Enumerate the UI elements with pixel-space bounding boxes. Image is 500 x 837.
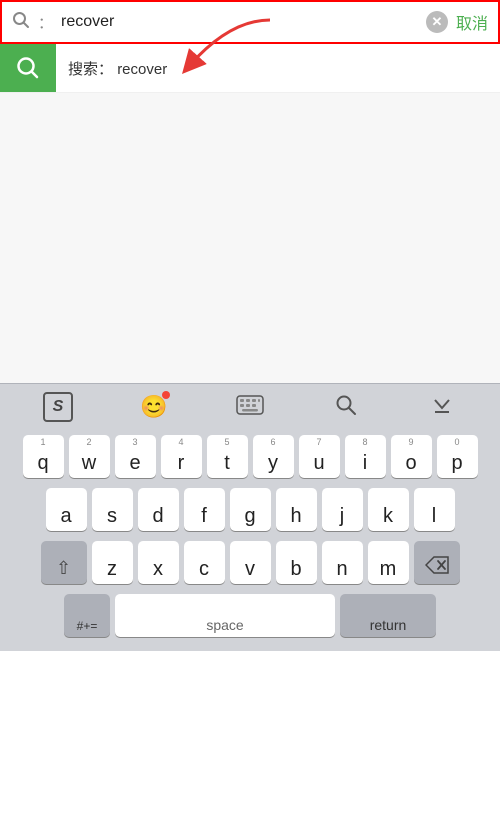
key-b[interactable]: b — [276, 541, 317, 584]
shift-key[interactable]: ⇧ — [41, 541, 87, 584]
hide-keyboard-icon — [431, 394, 453, 419]
toolbar-sogou-btn[interactable]: S — [36, 389, 80, 425]
toolbar-emoji-btn[interactable]: 😊 — [132, 389, 176, 425]
suggestion-query: recover — [117, 61, 167, 78]
key-q[interactable]: 1q — [23, 435, 64, 478]
key-p[interactable]: 0p — [437, 435, 478, 478]
key-a[interactable]: a — [46, 488, 87, 531]
toolbar-keyboard-btn[interactable] — [228, 389, 272, 425]
keyboard-icon — [236, 395, 264, 418]
suggestion-icon-box — [0, 44, 56, 92]
delete-icon — [425, 556, 449, 584]
key-t[interactable]: 5t — [207, 435, 248, 478]
delete-key[interactable] — [414, 541, 460, 584]
key-special-left[interactable]: #+= — [64, 594, 110, 637]
space-key[interactable]: space — [115, 594, 335, 637]
shift-icon: ⇧ — [56, 558, 71, 584]
search-toolbar-icon — [335, 394, 357, 419]
key-w[interactable]: 2w — [69, 435, 110, 478]
toolbar-search-btn[interactable] — [324, 389, 368, 425]
key-v[interactable]: v — [230, 541, 271, 584]
notification-badge — [162, 391, 170, 399]
toolbar-hide-btn[interactable] — [420, 389, 464, 425]
key-h[interactable]: h — [276, 488, 317, 531]
key-s[interactable]: s — [92, 488, 133, 531]
keyboard-row-2: a s d f g h j k l — [3, 488, 497, 531]
key-z[interactable]: z — [92, 541, 133, 584]
key-o[interactable]: 9o — [391, 435, 432, 478]
key-y[interactable]: 6y — [253, 435, 294, 478]
return-key[interactable]: return — [340, 594, 436, 637]
key-f[interactable]: f — [184, 488, 225, 531]
suggestion-prefix: 搜索： — [68, 61, 113, 78]
search-bar: ： ✕ 取消 — [0, 0, 500, 44]
search-input[interactable] — [61, 13, 418, 31]
key-m[interactable]: m — [368, 541, 409, 584]
keyboard-toolbar: S 😊 — [0, 383, 500, 429]
key-k[interactable]: k — [368, 488, 409, 531]
key-x[interactable]: x — [138, 541, 179, 584]
key-l[interactable]: l — [414, 488, 455, 531]
keyboard-row-1: 1q 2w 3e 4r 5t 6y 7u 8i 9o 0p — [3, 435, 497, 478]
keyboard: 1q 2w 3e 4r 5t 6y 7u 8i 9o 0p a s d f g … — [0, 429, 500, 651]
key-r[interactable]: 4r — [161, 435, 202, 478]
search-colon: ： — [38, 12, 53, 33]
key-e[interactable]: 3e — [115, 435, 156, 478]
key-i[interactable]: 8i — [345, 435, 386, 478]
key-c[interactable]: c — [184, 541, 225, 584]
suggestion-text: 搜索： recover — [56, 58, 167, 79]
content-area — [0, 93, 500, 383]
keyboard-row-4: #+= space return — [3, 594, 497, 637]
key-d[interactable]: d — [138, 488, 179, 531]
keyboard-row-3: ⇧ z x c v b n m — [3, 541, 497, 584]
key-g[interactable]: g — [230, 488, 271, 531]
cancel-button[interactable]: 取消 — [456, 10, 488, 34]
clear-button[interactable]: ✕ — [426, 11, 448, 33]
key-n[interactable]: n — [322, 541, 363, 584]
search-suggestion[interactable]: 搜索： recover — [0, 44, 500, 93]
search-icon — [12, 11, 30, 34]
key-j[interactable]: j — [322, 488, 363, 531]
key-u[interactable]: 7u — [299, 435, 340, 478]
